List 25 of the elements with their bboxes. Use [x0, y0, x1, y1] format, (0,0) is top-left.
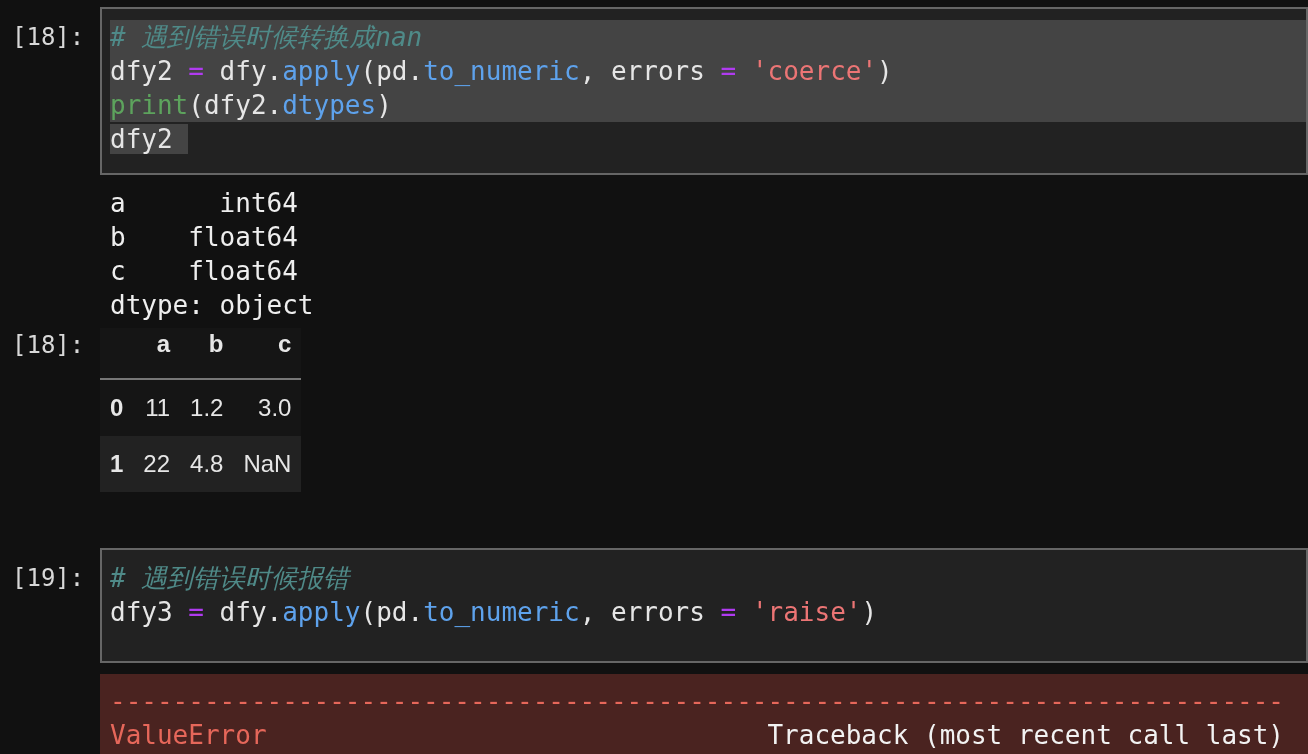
- column-header: b: [180, 328, 234, 379]
- table-cell: 1.2: [180, 379, 234, 436]
- separator-line: ---------------------------------------------------------------------------: [110, 685, 1285, 718]
- table-cell: 3.0: [233, 379, 302, 436]
- traceback-header: Traceback (most recent call last): [767, 720, 1284, 750]
- output-line: a int64: [110, 187, 299, 220]
- output-line: dtype: object: [110, 289, 315, 322]
- table-cell: 11: [133, 379, 181, 436]
- output-prompt: [18]:: [11, 330, 86, 361]
- output-line: b float64: [110, 221, 299, 254]
- row-index: 1: [100, 436, 134, 492]
- code-line: # 遇到错误时候报错: [110, 562, 352, 595]
- table-cell: 22: [133, 436, 181, 492]
- column-header: c: [233, 328, 302, 379]
- input-prompt: [18]:: [11, 22, 86, 53]
- table-cell: 4.8: [180, 436, 234, 492]
- output-line: c float64: [110, 255, 299, 288]
- table-cell: NaN: [233, 436, 302, 492]
- error-name: ValueError: [110, 720, 267, 750]
- code-editor[interactable]: # 遇到错误时候转换成nan dfy2 = dfy.apply(pd.to_numeric, errors = 'coerce') print(dfy2.dtypes) dfy2: [100, 7, 1308, 175]
- column-header: a: [133, 328, 181, 379]
- code-line: dfy3 = dfy.apply(pd.to_numeric, errors = 'raise'): [110, 596, 879, 629]
- row-index: 0: [100, 379, 134, 436]
- code-editor[interactable]: # 遇到错误时候报错 dfy3 = dfy.apply(pd.to_numeric, errors = 'raise'): [100, 548, 1308, 663]
- input-prompt: [19]:: [11, 563, 86, 594]
